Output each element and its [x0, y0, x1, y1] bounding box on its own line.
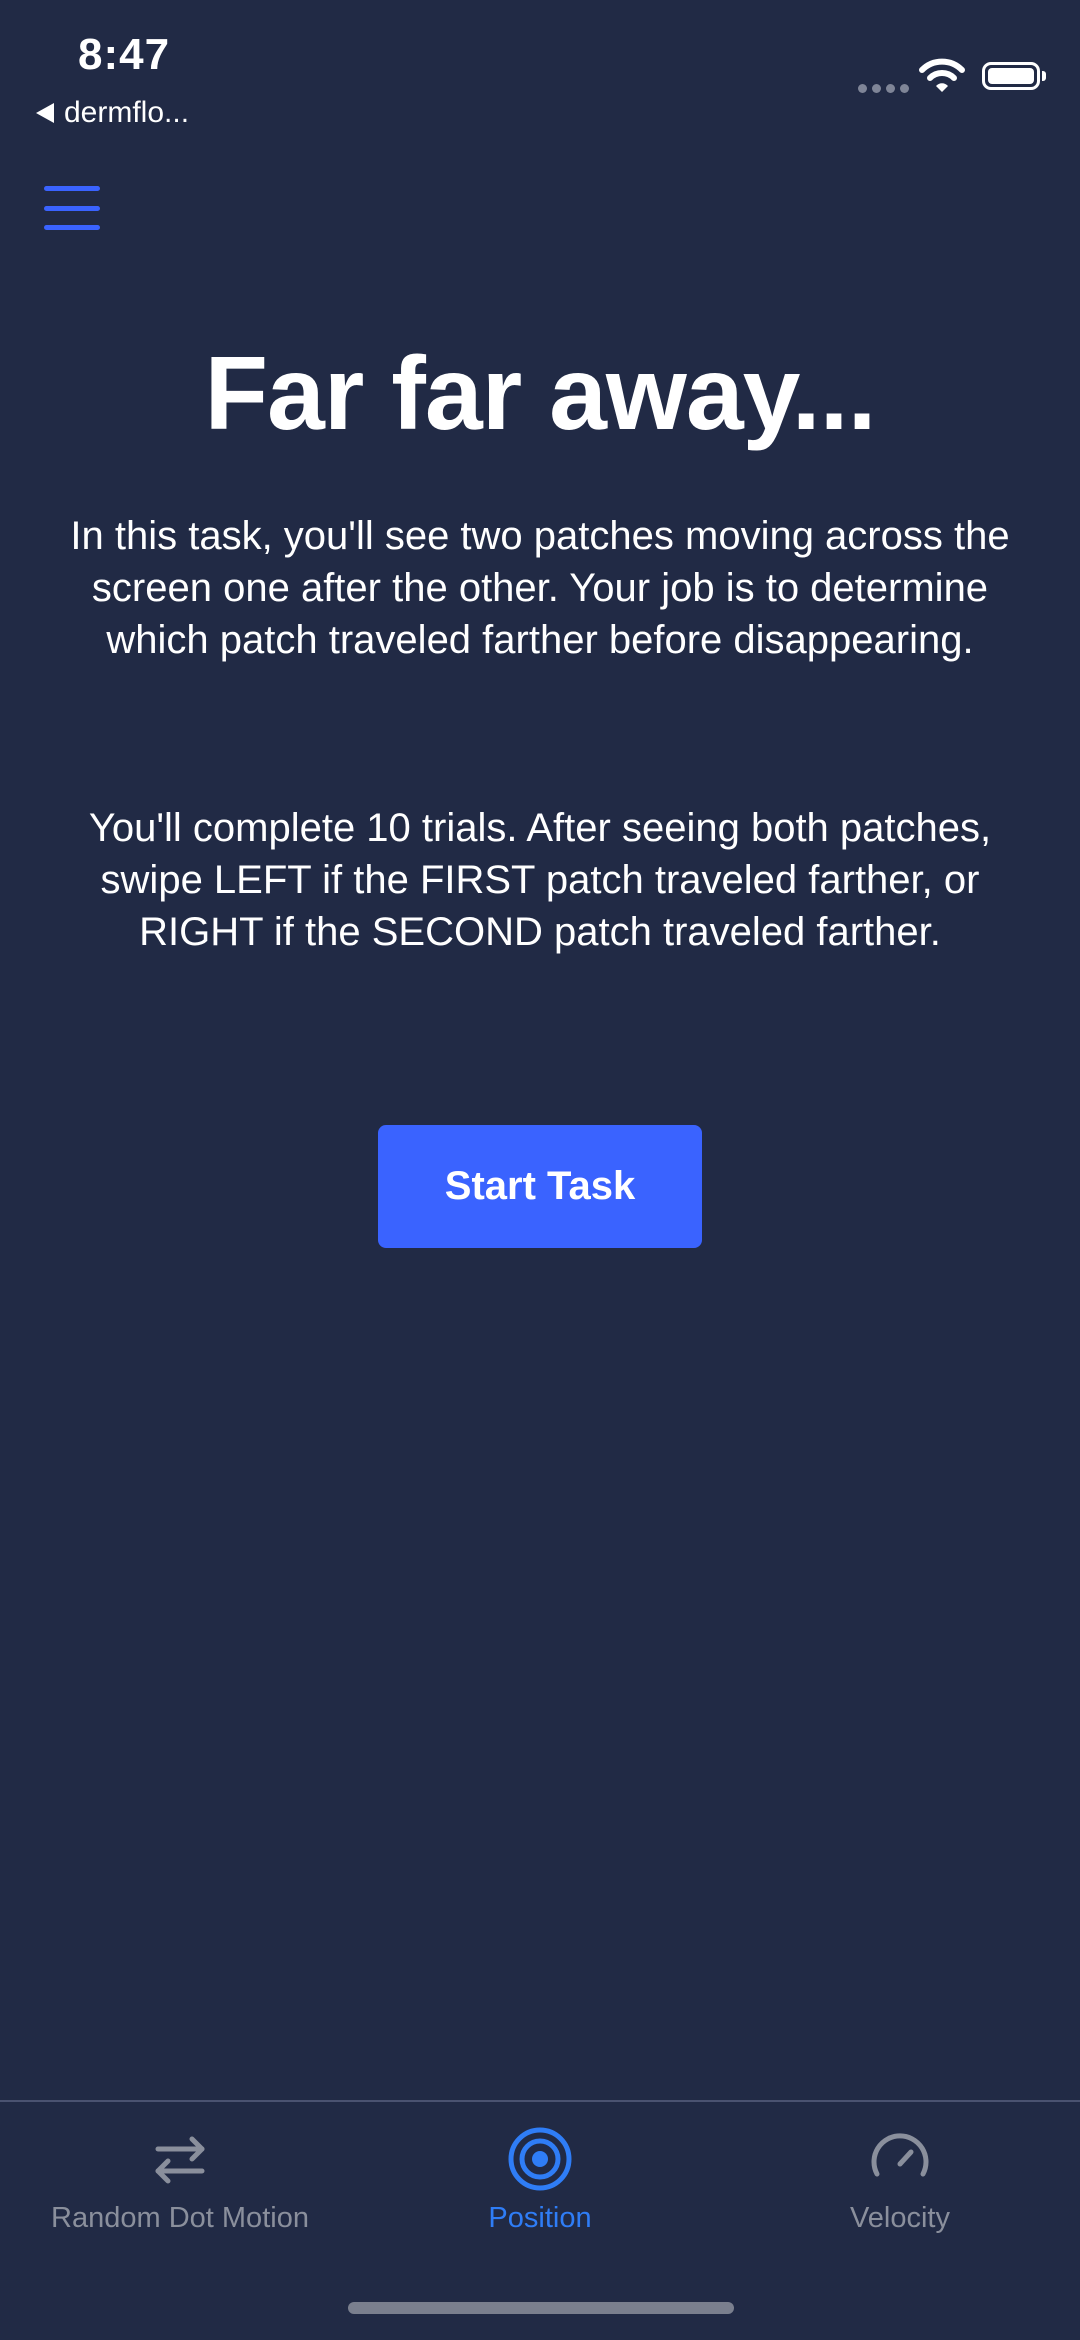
page-title: Far far away... — [204, 336, 877, 452]
status-time: 8:47 — [78, 30, 171, 79]
speedometer-icon — [720, 2122, 1080, 2196]
hamburger-menu-icon[interactable] — [44, 186, 100, 230]
back-to-app-link[interactable]: dermflo... — [36, 96, 189, 130]
cellular-signal-icon — [858, 84, 909, 93]
instructions-paragraph-2: You'll complete 10 trials. After seeing … — [88, 806, 992, 954]
tab-random-dot-motion[interactable]: Random Dot Motion — [0, 2122, 360, 2235]
home-indicator[interactable] — [348, 2302, 734, 2314]
target-icon — [360, 2122, 720, 2196]
back-app-label: dermflo... — [64, 96, 190, 129]
battery-nub — [1042, 71, 1046, 81]
back-triangle-icon — [36, 103, 54, 123]
battery-icon — [982, 62, 1040, 90]
wifi-icon — [918, 58, 966, 99]
tab-velocity[interactable]: Velocity — [720, 2122, 1080, 2235]
swap-arrows-icon — [0, 2122, 360, 2196]
tab-position[interactable]: Position — [360, 2122, 720, 2235]
instructions-paragraph-1: In this task, you'll see two patches mov… — [70, 514, 1010, 662]
tab-label: Position — [488, 2202, 592, 2234]
status-bar: 8:47 dermflo... — [0, 0, 1080, 140]
tab-label: Random Dot Motion — [51, 2202, 309, 2234]
start-task-button[interactable]: Start Task — [378, 1125, 702, 1248]
tab-label: Velocity — [850, 2202, 950, 2234]
